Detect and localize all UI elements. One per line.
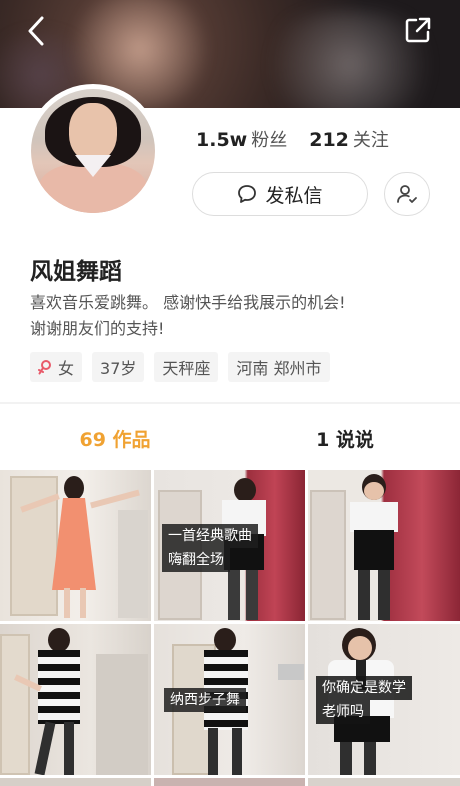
video-thumbnail[interactable]: 你确定是数学 老师吗 [308,624,460,775]
video-thumbnail[interactable] [308,470,460,621]
share-external-icon [405,17,431,43]
video-thumbnail[interactable] [154,778,305,786]
works-grid: 一首经典歌曲 嗨翻全场 纳西步子舞 你确定是数学 老师吗 [0,470,460,775]
video-thumbnail[interactable]: 纳西步子舞 [154,624,305,775]
following-count: 212 [309,129,349,151]
follow-button[interactable] [384,172,430,216]
age-tag: 37岁 [92,352,145,382]
bio-line-1: 喜欢音乐爱跳舞。 感谢快手给我展示的机会! [30,293,346,312]
section-divider [0,402,460,404]
caption-line: 纳西步子舞 [170,692,240,708]
tab-posts[interactable]: 1 说说 [230,418,460,458]
female-icon [38,360,51,375]
fans-stat[interactable]: 1.5w 粉丝 [196,126,287,152]
send-message-label: 发私信 [265,184,323,207]
zodiac-label: 天秤座 [162,359,211,378]
following-label: 关注 [352,130,389,151]
profile-name: 风姐舞蹈 [30,259,122,285]
gender-tag: 女 [30,352,83,382]
chat-bubble-icon [238,185,257,203]
video-caption: 纳西步子舞 [164,688,246,712]
next-row-peek [0,778,460,786]
video-thumbnail[interactable] [0,624,151,775]
share-button[interactable] [404,16,432,44]
caption-line: 一首经典歌曲 [168,528,252,544]
caption-line: 你确定是数学 [322,680,406,696]
video-thumbnail[interactable] [0,470,151,621]
avatar-image [31,89,155,213]
chevron-left-icon [28,16,44,46]
zodiac-tag: 天秤座 [154,352,219,382]
user-check-icon [397,185,417,203]
video-caption: 你确定是数学 [316,676,412,700]
send-message-button[interactable]: 发私信 [192,172,368,216]
bio-line-2: 谢谢朋友们的支持! [30,319,165,338]
video-thumbnail[interactable]: 一首经典歌曲 嗨翻全场 [154,470,305,621]
age-label: 37岁 [100,359,137,378]
fans-count: 1.5w [196,129,248,151]
video-caption: 一首经典歌曲 [162,524,258,548]
profile-tags: 女 37岁 天秤座 河南 郑州市 [30,352,330,382]
content-tabs: 69 作品 1 说说 [0,418,460,458]
location-tag: 河南 郑州市 [228,352,330,382]
video-thumbnail[interactable] [308,778,460,786]
back-button[interactable] [22,14,52,48]
tab-works[interactable]: 69 作品 [0,418,230,458]
fans-label: 粉丝 [251,130,288,151]
caption-line: 嗨翻全场 [168,552,224,568]
location-label: 河南 郑州市 [236,359,322,378]
video-caption: 老师吗 [316,700,370,724]
gender-label: 女 [58,359,75,378]
profile-bio: 喜欢音乐爱跳舞。 感谢快手给我展示的机会! 谢谢朋友们的支持! [30,290,440,342]
video-caption: 嗨翻全场 [162,548,230,572]
video-thumbnail[interactable] [0,778,151,786]
avatar[interactable] [26,84,160,218]
caption-line: 老师吗 [322,704,364,720]
profile-stats: 1.5w 粉丝 212 关注 [196,126,389,152]
following-stat[interactable]: 212 关注 [309,126,389,152]
